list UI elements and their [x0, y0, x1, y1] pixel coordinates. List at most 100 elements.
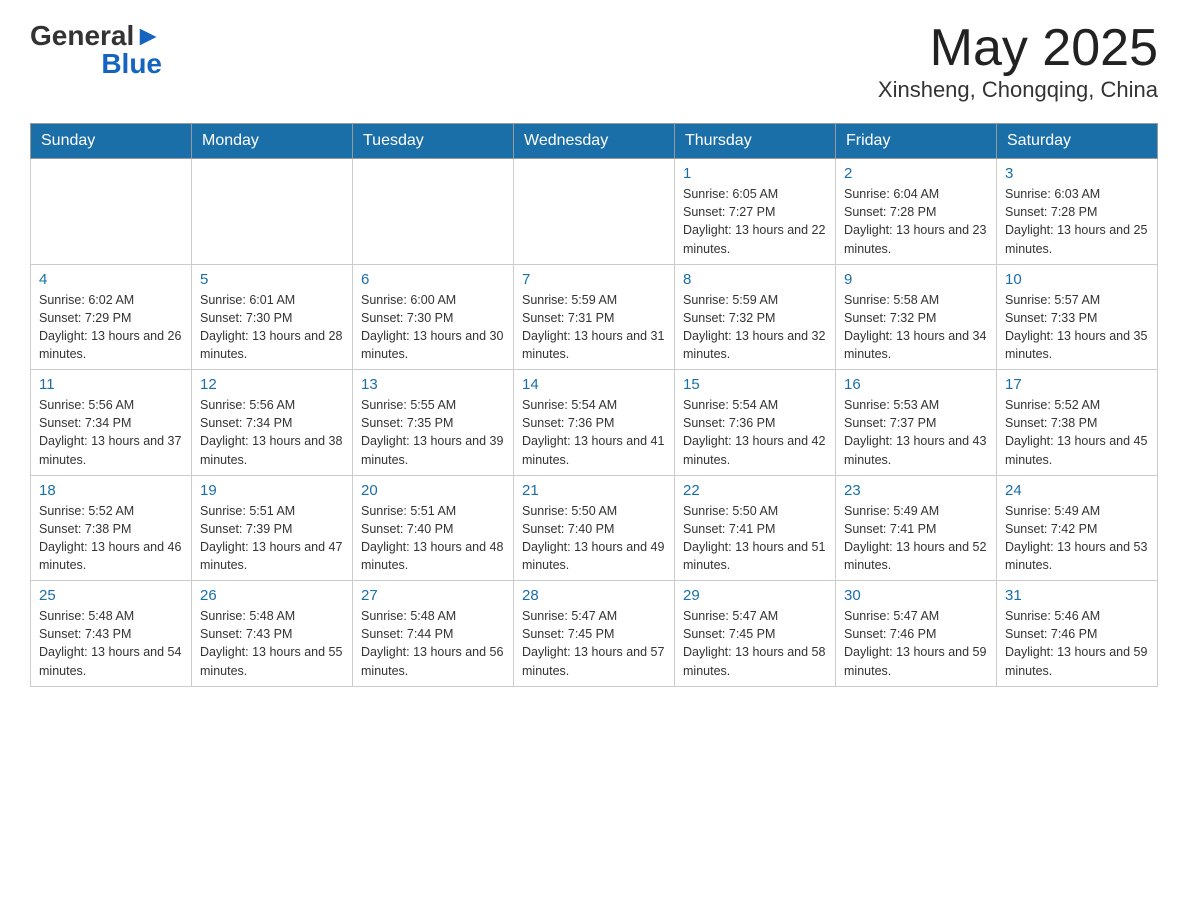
- col-monday: Monday: [192, 124, 353, 159]
- week-row-2: 4 Sunrise: 6:02 AMSunset: 7:29 PMDaylight…: [31, 264, 1158, 370]
- table-row: [31, 159, 192, 265]
- day-info: Sunrise: 6:01 AMSunset: 7:30 PMDaylight:…: [200, 291, 344, 364]
- day-info: Sunrise: 5:46 AMSunset: 7:46 PMDaylight:…: [1005, 607, 1149, 680]
- day-info: Sunrise: 5:49 AMSunset: 7:42 PMDaylight:…: [1005, 502, 1149, 575]
- day-number: 14: [522, 376, 666, 393]
- day-number: 26: [200, 587, 344, 604]
- table-row: 3 Sunrise: 6:03 AMSunset: 7:28 PMDaylight…: [997, 159, 1158, 265]
- day-info: Sunrise: 6:04 AMSunset: 7:28 PMDaylight:…: [844, 185, 988, 258]
- table-row: 28 Sunrise: 5:47 AMSunset: 7:45 PMDayligh…: [514, 581, 675, 687]
- table-row: 29Sunrise: 5:47 AMSunset: 7:45 PMDayligh…: [675, 581, 836, 687]
- day-number: 24: [1005, 482, 1149, 499]
- table-row: 19 Sunrise: 5:51 AMSunset: 7:39 PMDayligh…: [192, 475, 353, 581]
- day-number: 25: [39, 587, 183, 604]
- table-row: 17Sunrise: 5:52 AMSunset: 7:38 PMDayligh…: [997, 370, 1158, 476]
- day-number: 4: [39, 271, 183, 288]
- logo: General ► Blue: [30, 20, 162, 80]
- day-number: 3: [1005, 165, 1149, 182]
- day-number: 10: [1005, 271, 1149, 288]
- day-info: Sunrise: 6:02 AMSunset: 7:29 PMDaylight:…: [39, 291, 183, 364]
- col-saturday: Saturday: [997, 124, 1158, 159]
- day-info: Sunrise: 5:47 AMSunset: 7:45 PMDaylight:…: [683, 607, 827, 680]
- day-info: Sunrise: 5:48 AMSunset: 7:43 PMDaylight:…: [200, 607, 344, 680]
- week-row-1: 1 Sunrise: 6:05 AMSunset: 7:27 PMDaylight…: [31, 159, 1158, 265]
- day-info: Sunrise: 5:51 AMSunset: 7:39 PMDaylight:…: [200, 502, 344, 575]
- col-friday: Friday: [836, 124, 997, 159]
- calendar-title: May 2025: [878, 20, 1158, 77]
- day-info: Sunrise: 5:47 AMSunset: 7:45 PMDaylight:…: [522, 607, 666, 680]
- week-row-5: 25 Sunrise: 5:48 AMSunset: 7:43 PMDayligh…: [31, 581, 1158, 687]
- day-number: 7: [522, 271, 666, 288]
- day-info: Sunrise: 5:59 AMSunset: 7:32 PMDaylight:…: [683, 291, 827, 364]
- day-info: Sunrise: 5:56 AMSunset: 7:34 PMDaylight:…: [39, 396, 183, 469]
- table-row: 7Sunrise: 5:59 AMSunset: 7:31 PMDaylight…: [514, 264, 675, 370]
- table-row: 6Sunrise: 6:00 AMSunset: 7:30 PMDaylight…: [353, 264, 514, 370]
- table-row: 16 Sunrise: 5:53 AMSunset: 7:37 PMDayligh…: [836, 370, 997, 476]
- day-info: Sunrise: 6:03 AMSunset: 7:28 PMDaylight:…: [1005, 185, 1149, 258]
- day-info: Sunrise: 5:48 AMSunset: 7:43 PMDaylight:…: [39, 607, 183, 680]
- table-row: 13Sunrise: 5:55 AMSunset: 7:35 PMDayligh…: [353, 370, 514, 476]
- table-row: 15 Sunrise: 5:54 AMSunset: 7:36 PMDayligh…: [675, 370, 836, 476]
- day-number: 6: [361, 271, 505, 288]
- table-row: 12Sunrise: 5:56 AMSunset: 7:34 PMDayligh…: [192, 370, 353, 476]
- day-number: 19: [200, 482, 344, 499]
- day-info: Sunrise: 5:58 AMSunset: 7:32 PMDaylight:…: [844, 291, 988, 364]
- day-info: Sunrise: 5:51 AMSunset: 7:40 PMDaylight:…: [361, 502, 505, 575]
- col-wednesday: Wednesday: [514, 124, 675, 159]
- table-row: 18 Sunrise: 5:52 AMSunset: 7:38 PMDayligh…: [31, 475, 192, 581]
- day-number: 15: [683, 376, 827, 393]
- table-row: [192, 159, 353, 265]
- day-info: Sunrise: 5:54 AMSunset: 7:36 PMDaylight:…: [683, 396, 827, 469]
- day-number: 11: [39, 376, 183, 393]
- day-info: Sunrise: 5:53 AMSunset: 7:37 PMDaylight:…: [844, 396, 988, 469]
- day-number: 31: [1005, 587, 1149, 604]
- day-info: Sunrise: 5:52 AMSunset: 7:38 PMDaylight:…: [1005, 396, 1149, 469]
- day-number: 22: [683, 482, 827, 499]
- day-number: 20: [361, 482, 505, 499]
- day-number: 18: [39, 482, 183, 499]
- day-info: Sunrise: 5:47 AMSunset: 7:46 PMDaylight:…: [844, 607, 988, 680]
- day-info: Sunrise: 5:50 AMSunset: 7:41 PMDaylight:…: [683, 502, 827, 575]
- table-row: 30 Sunrise: 5:47 AMSunset: 7:46 PMDayligh…: [836, 581, 997, 687]
- day-number: 28: [522, 587, 666, 604]
- day-info: Sunrise: 5:57 AMSunset: 7:33 PMDaylight:…: [1005, 291, 1149, 364]
- day-info: Sunrise: 6:05 AMSunset: 7:27 PMDaylight:…: [683, 185, 827, 258]
- table-row: 31 Sunrise: 5:46 AMSunset: 7:46 PMDayligh…: [997, 581, 1158, 687]
- day-info: Sunrise: 5:54 AMSunset: 7:36 PMDaylight:…: [522, 396, 666, 469]
- table-row: 2Sunrise: 6:04 AMSunset: 7:28 PMDaylight…: [836, 159, 997, 265]
- table-row: 11 Sunrise: 5:56 AMSunset: 7:34 PMDayligh…: [31, 370, 192, 476]
- table-row: [514, 159, 675, 265]
- day-number: 23: [844, 482, 988, 499]
- table-row: 21 Sunrise: 5:50 AMSunset: 7:40 PMDayligh…: [514, 475, 675, 581]
- day-info: Sunrise: 5:48 AMSunset: 7:44 PMDaylight:…: [361, 607, 505, 680]
- calendar-subtitle: Xinsheng, Chongqing, China: [878, 77, 1158, 103]
- col-sunday: Sunday: [31, 124, 192, 159]
- calendar-header-row: Sunday Monday Tuesday Wednesday Thursday…: [31, 124, 1158, 159]
- col-tuesday: Tuesday: [353, 124, 514, 159]
- day-number: 9: [844, 271, 988, 288]
- title-block: May 2025 Xinsheng, Chongqing, China: [878, 20, 1158, 103]
- table-row: 9 Sunrise: 5:58 AMSunset: 7:32 PMDaylight…: [836, 264, 997, 370]
- table-row: 4 Sunrise: 6:02 AMSunset: 7:29 PMDaylight…: [31, 264, 192, 370]
- day-info: Sunrise: 5:52 AMSunset: 7:38 PMDaylight:…: [39, 502, 183, 575]
- table-row: 26 Sunrise: 5:48 AMSunset: 7:43 PMDayligh…: [192, 581, 353, 687]
- table-row: 14 Sunrise: 5:54 AMSunset: 7:36 PMDayligh…: [514, 370, 675, 476]
- day-number: 30: [844, 587, 988, 604]
- table-row: 25 Sunrise: 5:48 AMSunset: 7:43 PMDayligh…: [31, 581, 192, 687]
- table-row: [353, 159, 514, 265]
- day-info: Sunrise: 5:50 AMSunset: 7:40 PMDaylight:…: [522, 502, 666, 575]
- week-row-3: 11 Sunrise: 5:56 AMSunset: 7:34 PMDayligh…: [31, 370, 1158, 476]
- day-number: 16: [844, 376, 988, 393]
- table-row: 10 Sunrise: 5:57 AMSunset: 7:33 PMDayligh…: [997, 264, 1158, 370]
- table-row: 27 Sunrise: 5:48 AMSunset: 7:44 PMDayligh…: [353, 581, 514, 687]
- day-info: Sunrise: 5:49 AMSunset: 7:41 PMDaylight:…: [844, 502, 988, 575]
- day-number: 1: [683, 165, 827, 182]
- table-row: 22 Sunrise: 5:50 AMSunset: 7:41 PMDayligh…: [675, 475, 836, 581]
- day-number: 8: [683, 271, 827, 288]
- table-row: 23 Sunrise: 5:49 AMSunset: 7:41 PMDayligh…: [836, 475, 997, 581]
- day-number: 27: [361, 587, 505, 604]
- table-row: 8 Sunrise: 5:59 AMSunset: 7:32 PMDaylight…: [675, 264, 836, 370]
- logo-blue-text: Blue: [101, 48, 162, 79]
- day-number: 5: [200, 271, 344, 288]
- day-number: 21: [522, 482, 666, 499]
